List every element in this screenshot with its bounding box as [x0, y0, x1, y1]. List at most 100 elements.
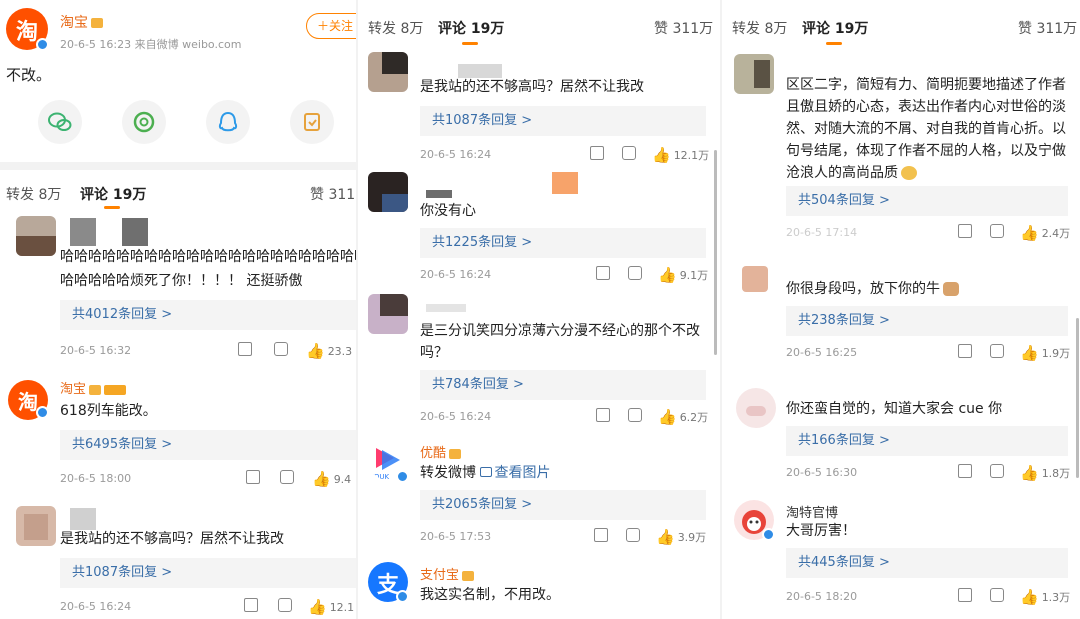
- share-button[interactable]: [238, 342, 252, 356]
- view-image-link[interactable]: 查看图片: [480, 465, 550, 481]
- reply-button[interactable]: [628, 266, 642, 280]
- comment-time: 20-6-5 18:20: [786, 590, 858, 603]
- comment-time: 20-6-5 16:32: [60, 344, 132, 357]
- share-icon: [244, 598, 258, 612]
- share-button[interactable]: [596, 266, 610, 280]
- comment-icon: [274, 342, 288, 356]
- like-button[interactable]: 👍 12.1万: [652, 146, 709, 164]
- share-button[interactable]: [596, 408, 610, 422]
- replies-link[interactable]: 共6495条回复 >: [60, 430, 356, 460]
- share-button[interactable]: [958, 224, 972, 238]
- share-button[interactable]: [958, 588, 972, 602]
- comments-panel-right: 转发 8万 评论 19万 赞 311万 区区二字，简短有力、简明扼要地描述了作者…: [722, 0, 1080, 619]
- thumbs-up-icon: 👍: [652, 146, 671, 164]
- tab-likes[interactable]: 赞 311: [310, 184, 355, 204]
- like-button[interactable]: 👍 23.3: [306, 342, 352, 360]
- commenter-avatar[interactable]: [16, 216, 56, 256]
- comment-text: 且傲且娇的心态，表达出作者内心对世俗的淡: [786, 99, 1066, 115]
- replies-link[interactable]: 共445条回复 >: [786, 548, 1068, 578]
- reply-button[interactable]: [626, 528, 640, 542]
- save-share-button[interactable]: [290, 100, 334, 144]
- replies-link[interactable]: 共1225条回复 >: [420, 228, 706, 258]
- like-button[interactable]: 👍 9.4: [312, 470, 351, 488]
- tab-repost[interactable]: 转发 8万: [6, 184, 61, 204]
- reply-button[interactable]: [990, 588, 1004, 602]
- replies-link[interactable]: 共4012条回复 >: [60, 300, 356, 330]
- thumbs-up-icon: 👍: [658, 266, 677, 284]
- tab-comments[interactable]: 评论 19万: [80, 184, 146, 204]
- qq-share-button[interactable]: [206, 100, 250, 144]
- like-button[interactable]: 👍 1.3万: [1020, 588, 1070, 606]
- tab-likes[interactable]: 赞 311万: [1018, 18, 1077, 38]
- comment-author[interactable]: 淘特官博: [786, 502, 838, 521]
- like-button[interactable]: 👍 12.1: [308, 598, 354, 616]
- tab-likes[interactable]: 赞 311万: [654, 18, 713, 38]
- share-icon: [596, 408, 610, 422]
- share-icon: [958, 588, 972, 602]
- reply-button[interactable]: [622, 146, 636, 160]
- share-button[interactable]: [958, 464, 972, 478]
- reply-button[interactable]: [990, 464, 1004, 478]
- share-button[interactable]: [958, 344, 972, 358]
- replies-link[interactable]: 共1087条回复 >: [420, 106, 706, 136]
- comment-time: 20-6-5 16:30: [786, 466, 858, 479]
- follow-button[interactable]: ＋关注: [306, 13, 356, 39]
- comment-text: 是我站的还不够高吗？居然不让我改: [420, 79, 644, 95]
- share-icon: [594, 528, 608, 542]
- commenter-avatar[interactable]: [734, 54, 774, 94]
- tab-comments[interactable]: 评论 19万: [802, 18, 868, 38]
- commenter-avatar[interactable]: [368, 172, 408, 212]
- scrollbar[interactable]: [714, 150, 717, 355]
- replies-link[interactable]: 共238条回复 >: [786, 306, 1068, 336]
- post-author[interactable]: 淘宝: [60, 12, 103, 32]
- share-button[interactable]: [590, 146, 604, 160]
- commenter-avatar[interactable]: [16, 506, 56, 546]
- post-time-source: 20-6-5 16:23 来自微博 weibo.com: [60, 38, 242, 51]
- moments-share-button[interactable]: [122, 100, 166, 144]
- replies-link[interactable]: 共504条回复 >: [786, 186, 1068, 216]
- comment-icon: [626, 528, 640, 542]
- crown-icon: [449, 448, 462, 459]
- svg-text:YOUK: YOUK: [369, 473, 390, 480]
- replies-link[interactable]: 共784条回复 >: [420, 370, 706, 400]
- reply-button[interactable]: [628, 408, 642, 422]
- verified-badge-icon: [36, 38, 49, 51]
- scrollbar[interactable]: [1076, 318, 1079, 478]
- tab-repost[interactable]: 转发 8万: [368, 18, 423, 38]
- comment-author[interactable]: 淘宝: [60, 378, 127, 397]
- comment-author[interactable]: 支付宝: [420, 564, 475, 583]
- reply-button[interactable]: [278, 598, 292, 612]
- commenter-avatar[interactable]: [368, 52, 408, 92]
- share-button[interactable]: [246, 470, 260, 484]
- reply-button[interactable]: [280, 470, 294, 484]
- reply-button[interactable]: [990, 344, 1004, 358]
- post-body: 不改。: [6, 66, 52, 84]
- replies-link[interactable]: 共166条回复 >: [786, 426, 1068, 456]
- commenter-avatar[interactable]: [742, 266, 768, 292]
- like-button[interactable]: 👍 2.4万: [1020, 224, 1070, 242]
- commenter-avatar[interactable]: [736, 388, 776, 428]
- wechat-icon: [48, 112, 72, 131]
- wechat-share-button[interactable]: [38, 100, 82, 144]
- tab-repost[interactable]: 转发 8万: [732, 18, 787, 38]
- active-tab-indicator: [462, 42, 478, 45]
- like-button[interactable]: 👍 9.1万: [658, 266, 708, 284]
- crown-icon: [91, 18, 103, 28]
- tab-comments[interactable]: 评论 19万: [438, 18, 504, 38]
- share-button[interactable]: [594, 528, 608, 542]
- comment-time: 20-6-5 17:53: [420, 530, 492, 543]
- like-button[interactable]: 👍 6.2万: [658, 408, 708, 426]
- reply-button[interactable]: [274, 342, 288, 356]
- like-button[interactable]: 👍 1.9万: [1020, 344, 1070, 362]
- reply-button[interactable]: [990, 224, 1004, 238]
- replies-link[interactable]: 共2065条回复 >: [420, 490, 706, 520]
- comment-time: 20-6-5 16:24: [60, 600, 132, 613]
- share-icon: [958, 344, 972, 358]
- comment-author[interactable]: 优酷: [420, 442, 462, 461]
- commenter-avatar[interactable]: [368, 294, 408, 334]
- redacted-badge: [552, 172, 578, 194]
- replies-link[interactable]: 共1087条回复 >: [60, 558, 356, 588]
- like-button[interactable]: 👍 1.8万: [1020, 464, 1070, 482]
- share-button[interactable]: [244, 598, 258, 612]
- like-button[interactable]: 👍 3.9万: [656, 528, 706, 546]
